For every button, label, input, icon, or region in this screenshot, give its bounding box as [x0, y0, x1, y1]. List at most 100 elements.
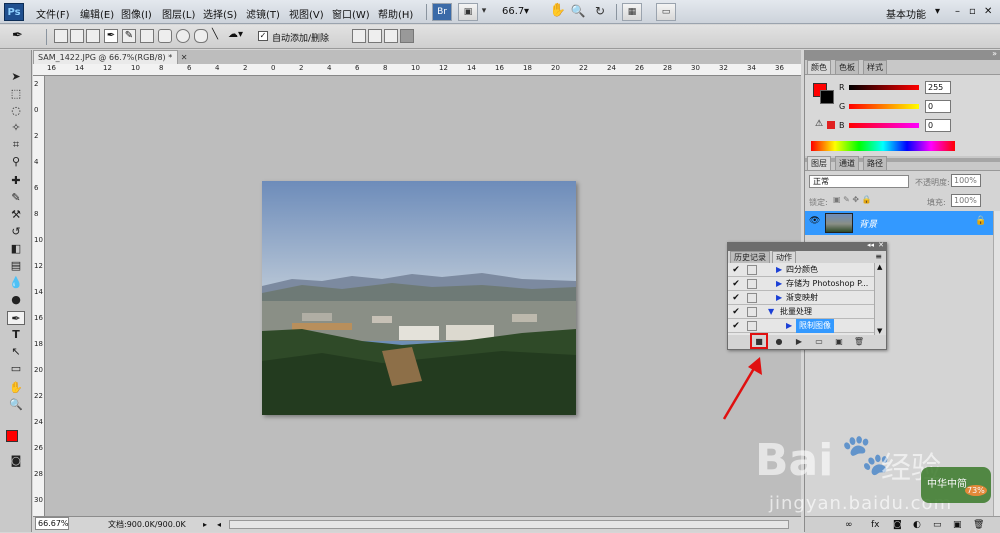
zoom-icon[interactable]: 🔍	[568, 3, 588, 21]
menu-select[interactable]: 选择(S)	[203, 6, 237, 21]
new-action-icon[interactable]: ▣	[832, 336, 846, 348]
new-group-icon[interactable]: ▭	[933, 517, 942, 533]
shape-layers-icon[interactable]	[54, 29, 68, 43]
action-check-icon[interactable]: ✔	[731, 307, 741, 317]
gamut-warning-icon[interactable]: ⚠	[815, 119, 823, 129]
expand-icon[interactable]: ▶	[776, 291, 782, 305]
action-row[interactable]: ✔ ▶ 渐变映射	[728, 291, 874, 305]
dialog-toggle[interactable]	[747, 293, 757, 303]
minimize-icon[interactable]: –	[955, 6, 960, 17]
rotate-view-icon[interactable]: ↻	[590, 3, 610, 21]
action-check-icon[interactable]: ✔	[731, 293, 741, 303]
horizontal-scrollbar[interactable]	[229, 520, 789, 529]
dialog-toggle[interactable]	[747, 265, 757, 275]
ellipse-icon[interactable]	[176, 29, 190, 43]
action-row[interactable]: ✔ ▶ 存储为 Photoshop P...	[728, 277, 874, 291]
tab-swatches[interactable]: 色板	[835, 60, 859, 74]
paths-icon[interactable]	[70, 29, 84, 43]
tab-history[interactable]: 历史记录	[730, 251, 770, 263]
panel-collapse-icon[interactable]: ◂◂	[867, 241, 874, 249]
close-icon[interactable]: ✕	[984, 6, 992, 17]
subtract-icon[interactable]	[368, 29, 382, 43]
b-slider[interactable]	[849, 123, 919, 128]
menu-layer[interactable]: 图层(L)	[162, 6, 195, 21]
expand-icon[interactable]: ▶	[786, 319, 792, 333]
adjustment-layer-icon[interactable]: ◐	[913, 517, 921, 533]
stop-recording-icon[interactable]: ■	[752, 336, 766, 348]
b-value[interactable]: 0	[925, 119, 951, 132]
panel-close-icon[interactable]: ✕	[878, 241, 884, 249]
action-label-selected[interactable]: 限制图像	[796, 319, 834, 333]
fill-value[interactable]: 100%	[951, 194, 981, 207]
layer-row-background[interactable]: 👁 背景 🔒	[805, 211, 993, 235]
expand-icon[interactable]: ▶	[776, 277, 782, 291]
fill-pixels-icon[interactable]	[86, 29, 100, 43]
menu-file[interactable]: 文件(F)	[36, 6, 70, 21]
lasso-tool-icon[interactable]: ◌	[7, 104, 25, 118]
scroll-down-icon[interactable]: ▼	[877, 327, 882, 335]
menu-filter[interactable]: 滤镜(T)	[246, 6, 280, 21]
menu-help[interactable]: 帮助(H)	[378, 6, 413, 21]
zoom-level[interactable]: 66.7	[502, 6, 524, 17]
delete-layer-icon[interactable]: 🗑	[973, 517, 984, 533]
dodge-tool-icon[interactable]: ●	[7, 293, 25, 307]
lock-icons[interactable]: ▣ ✎ ✥ 🔒	[833, 195, 872, 204]
actions-scrollbar[interactable]: ▲ ▼	[874, 263, 886, 335]
type-tool-icon[interactable]: T	[7, 328, 25, 342]
intersect-icon[interactable]	[384, 29, 398, 43]
view-extras-icon[interactable]: ▾	[474, 3, 494, 21]
clone-stamp-icon[interactable]: ⚒	[7, 208, 25, 222]
g-value[interactable]: 0	[925, 100, 951, 113]
scroll-up-icon[interactable]: ▲	[877, 263, 882, 271]
play-icon[interactable]: ▶	[792, 336, 806, 348]
arrange-documents-icon[interactable]: ▦	[622, 3, 642, 21]
gradient-tool-icon[interactable]: ▤	[7, 259, 25, 273]
quick-selection-icon[interactable]: ✧	[7, 121, 25, 135]
workspace-dropdown-icon[interactable]: ▾	[935, 6, 940, 17]
eyedropper-icon[interactable]: ⚲	[7, 155, 25, 169]
menu-edit[interactable]: 编辑(E)	[80, 6, 114, 21]
menu-window[interactable]: 窗口(W)	[332, 6, 370, 21]
zoom-tool-icon[interactable]: 🔍	[7, 398, 25, 412]
pen-tool-preset-icon[interactable]: ✒	[12, 28, 23, 43]
action-row[interactable]: ✔ ▼ 批量处理	[728, 305, 874, 319]
opacity-value[interactable]: 100%	[951, 174, 981, 187]
tab-actions[interactable]: 动作	[772, 251, 796, 263]
background-swatch[interactable]	[820, 90, 834, 104]
combine-icon[interactable]	[352, 29, 366, 43]
polygon-icon[interactable]	[194, 29, 208, 43]
restore-icon[interactable]: ▫	[969, 6, 976, 17]
tab-layers[interactable]: 图层	[807, 156, 831, 170]
freeform-pen-icon[interactable]: ✎	[122, 29, 136, 43]
dialog-toggle[interactable]	[747, 321, 757, 331]
action-check-icon[interactable]: ✔	[731, 279, 741, 289]
move-tool-icon[interactable]: ➤	[7, 70, 25, 84]
exclude-icon[interactable]	[400, 29, 414, 43]
new-set-icon[interactable]: ▭	[812, 336, 826, 348]
pen-tool-icon[interactable]: ✒	[7, 311, 25, 325]
r-slider[interactable]	[849, 85, 919, 90]
auto-add-delete-checkbox[interactable]: ✓	[258, 31, 268, 41]
dialog-toggle[interactable]	[747, 307, 757, 317]
tab-color[interactable]: 颜色	[807, 60, 831, 74]
menu-image[interactable]: 图像(I)	[121, 6, 152, 21]
foreground-color-swatch[interactable]	[6, 430, 18, 442]
link-layers-icon[interactable]: ∞	[845, 517, 853, 533]
action-check-icon[interactable]: ✔	[731, 265, 741, 275]
hand-icon[interactable]: ✋	[548, 3, 568, 21]
new-layer-icon[interactable]: ▣	[953, 517, 962, 533]
brush-tool-icon[interactable]: ✎	[7, 191, 25, 205]
color-ramp[interactable]	[811, 141, 955, 151]
panel-dock-header[interactable]: »	[805, 49, 1000, 60]
r-value[interactable]: 255	[925, 81, 951, 94]
expand-icon[interactable]: ▶	[776, 263, 782, 277]
screen-mode-icon[interactable]: ▭	[656, 3, 676, 21]
status-zoom[interactable]: 66.67%	[35, 517, 69, 530]
close-tab-icon[interactable]: ✕	[181, 53, 188, 62]
zoom-dropdown-icon[interactable]: ▾	[524, 6, 529, 17]
action-row[interactable]: ✔ ▶ 四分颜色	[728, 263, 874, 277]
quick-mask-icon[interactable]: ◙	[7, 454, 25, 468]
image-canvas[interactable]	[262, 181, 576, 415]
tab-channels[interactable]: 通道	[835, 156, 859, 170]
history-brush-icon[interactable]: ↺	[7, 225, 25, 239]
